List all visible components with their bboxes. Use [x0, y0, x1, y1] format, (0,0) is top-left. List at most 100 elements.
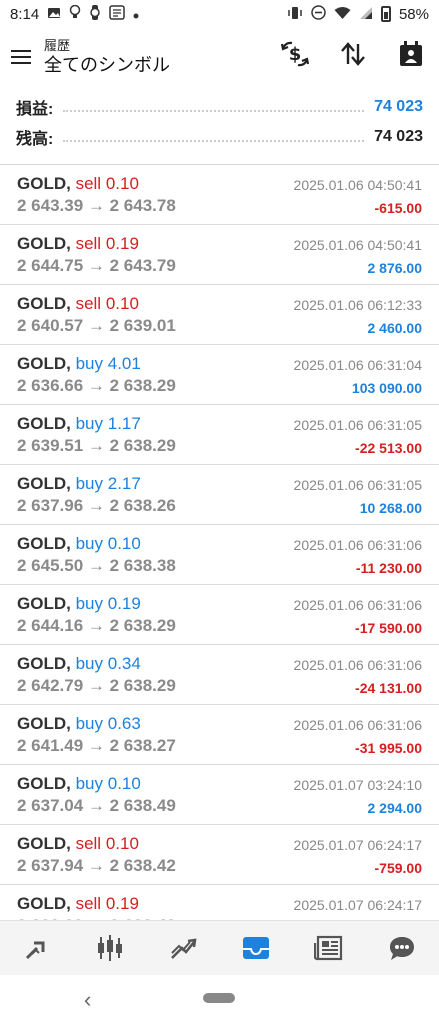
deal-row[interactable]: GOLD, sell 0.10 2 640.57 → 2 639.01 2025.0…: [0, 285, 439, 345]
deal-side: sell: [75, 894, 102, 913]
profit-row: 損益: 74 023: [0, 92, 439, 122]
deal-row[interactable]: GOLD, buy 0.10 2 645.50 → 2 638.38 2025.01…: [0, 525, 439, 585]
deal-time: 2025.01.06 06:31:06: [293, 657, 422, 673]
home-pill[interactable]: [203, 993, 235, 1003]
exchange-dollar-icon[interactable]: $: [279, 36, 311, 72]
deal-volume: 0.19: [105, 894, 139, 913]
menu-icon[interactable]: [6, 37, 46, 77]
deal-volume: 0.19: [107, 594, 141, 613]
deal-side: buy: [75, 774, 103, 793]
battery-icon: [380, 6, 391, 22]
deal-time: 2025.01.06 06:31:06: [293, 597, 422, 613]
dot-icon: [133, 7, 139, 22]
deal-row[interactable]: GOLD, buy 0.34 2 642.79 → 2 638.29 2025.01…: [0, 645, 439, 705]
vibrate-icon: [287, 6, 303, 23]
quotes-icon[interactable]: [17, 928, 57, 968]
deal-volume: 0.34: [107, 654, 141, 673]
do-not-disturb-icon: [311, 5, 326, 23]
balance-value: 74 023: [374, 128, 423, 145]
deal-volume: 0.63: [107, 714, 141, 733]
deal-prices: 2 645.50 → 2 638.38: [17, 556, 176, 575]
deal-side: buy: [75, 474, 103, 493]
deal-row[interactable]: GOLD, buy 0.10 2 637.04 → 2 638.49 2025.01…: [0, 765, 439, 825]
deal-side: buy: [75, 354, 103, 373]
deal-volume: 0.10: [107, 534, 141, 553]
deal-profit: -759.00: [374, 860, 422, 876]
svg-text:$: $: [289, 44, 302, 65]
balance-row: 残高: 74 023: [0, 122, 439, 152]
back-icon[interactable]: ‹: [84, 987, 91, 1013]
deal-volume: 0.10: [105, 174, 139, 193]
page-subtitle: 履歴: [44, 37, 71, 53]
header-actions: $: [279, 36, 427, 72]
watch-icon: [89, 5, 101, 23]
chart-icon[interactable]: [90, 928, 130, 968]
deal-row[interactable]: GOLD, sell 0.19 2 644.75 → 2 643.79 2025.0…: [0, 225, 439, 285]
deal-row[interactable]: GOLD, buy 2.17 2 637.96 → 2 638.26 2025.01…: [0, 465, 439, 525]
deals-list[interactable]: GOLD, sell 0.10 2 643.39 → 2 643.78 2025.0…: [0, 165, 439, 920]
battery-percent: 58%: [398, 5, 429, 23]
deal-row[interactable]: GOLD, buy 0.19 2 644.16 → 2 638.29 2025.01…: [0, 585, 439, 645]
image-notification-icon: [47, 6, 61, 23]
deal-time: 2025.01.07 06:24:17: [293, 897, 422, 913]
deal-symbol: GOLD,: [17, 534, 71, 553]
deal-title: GOLD, buy 0.10: [17, 774, 141, 794]
deal-time: 2025.01.06 06:31:06: [293, 537, 422, 553]
deal-row[interactable]: GOLD, sell 0.10 2 643.39 → 2 643.78 2025.0…: [0, 165, 439, 225]
app-header: 履歴 全てのシンボル $: [0, 28, 439, 86]
deal-symbol: GOLD,: [17, 894, 71, 913]
deal-title: GOLD, buy 0.34: [17, 654, 141, 674]
deal-prices: 2 636.66 → 2 638.29: [17, 376, 176, 395]
trade-icon[interactable]: [163, 928, 203, 968]
deal-time: 2025.01.06 06:12:33: [293, 297, 422, 313]
deal-profit: 103 090.00: [351, 380, 422, 396]
deal-profit: 2 876.00: [367, 260, 423, 276]
sort-icon[interactable]: [337, 36, 369, 72]
deal-side: buy: [75, 594, 103, 613]
deal-title: GOLD, sell 0.19: [17, 234, 139, 254]
deal-symbol: GOLD,: [17, 174, 71, 193]
deal-volume: 0.19: [105, 234, 139, 253]
history-icon[interactable]: [236, 928, 276, 968]
status-bar: 8:14 58%: [0, 0, 439, 28]
deal-symbol: GOLD,: [17, 354, 71, 373]
system-navigation-bar: ‹: [0, 975, 439, 1024]
deal-volume: 0.10: [107, 774, 141, 793]
lightbulb-icon: [69, 4, 81, 23]
header-titles: 履歴 全てのシンボル: [44, 38, 170, 77]
calendar-icon[interactable]: [395, 36, 427, 72]
deal-side: buy: [75, 714, 103, 733]
summary-panel: 損益: 74 023 残高: 74 023: [0, 92, 439, 152]
deal-title: GOLD, buy 1.17: [17, 414, 141, 434]
deal-time: 2025.01.07 03:24:10: [293, 777, 422, 793]
status-bar-left: 8:14: [10, 4, 139, 23]
wifi-icon: [334, 6, 351, 23]
deal-prices: 2 637.04 → 2 638.49: [17, 796, 176, 815]
deal-profit: 2 460.00: [367, 320, 423, 336]
deal-title: GOLD, buy 0.19: [17, 594, 141, 614]
deal-prices: 2 641.49 → 2 638.27: [17, 736, 176, 755]
messages-icon[interactable]: [382, 928, 422, 968]
deal-prices: 2 642.79 → 2 638.29: [17, 676, 176, 695]
news-icon[interactable]: [309, 928, 349, 968]
deal-volume: 1.17: [107, 414, 141, 433]
deal-prices: 2 637.96 → 2 638.26: [17, 496, 176, 515]
clock: 8:14: [10, 5, 40, 23]
deal-row[interactable]: GOLD, buy 4.01 2 636.66 → 2 638.29 2025.01…: [0, 345, 439, 405]
deal-time: 2025.01.07 06:24:17: [293, 837, 422, 853]
deal-row[interactable]: GOLD, buy 1.17 2 639.51 → 2 638.29 2025.01…: [0, 405, 439, 465]
deal-symbol: GOLD,: [17, 234, 71, 253]
deal-row[interactable]: GOLD, buy 0.63 2 641.49 → 2 638.27 2025.01…: [0, 705, 439, 765]
deal-title: GOLD, buy 0.10: [17, 534, 141, 554]
profit-label: 損益:: [16, 95, 54, 119]
deal-row[interactable]: GOLD, sell 0.10 2 637.94 → 2 638.42 2025.0…: [0, 825, 439, 885]
deal-volume: 0.10: [105, 834, 139, 853]
deal-row[interactable]: GOLD, sell 0.192 639.22 → 2 638.422025.0…: [0, 885, 439, 920]
deal-profit: -24 131.00: [355, 680, 422, 696]
deal-profit: -615.00: [374, 200, 422, 216]
signal-icon: [359, 6, 373, 23]
deal-title: GOLD, buy 0.63: [17, 714, 141, 734]
page-title[interactable]: 全てのシンボル: [44, 53, 170, 77]
data-badge-icon: [109, 5, 125, 23]
deal-title: GOLD, sell 0.19: [17, 894, 139, 914]
